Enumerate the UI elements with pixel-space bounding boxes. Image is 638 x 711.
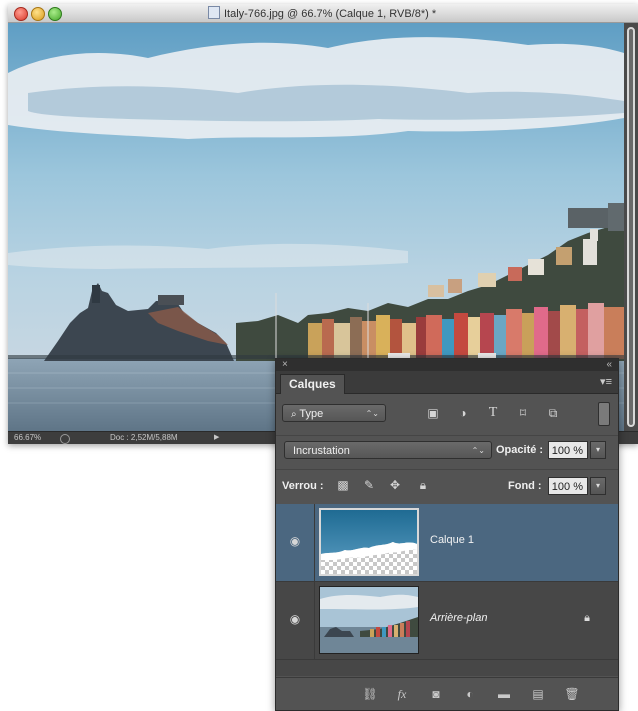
lock-position-icon[interactable]: ✥ (388, 478, 402, 492)
close-window-button[interactable] (14, 7, 28, 21)
filter-type-icon[interactable]: T (486, 406, 500, 420)
fill-label: Fond : (508, 480, 542, 492)
collapse-panel-icon[interactable]: « (606, 359, 612, 371)
filter-adjustment-icon[interactable]: ◑ (456, 406, 470, 420)
layers-panel: × « Calques ▾≡ ⌕ Type ⌃⌄ ▣ ◑ T ⌑ ⧉ Incru… (275, 358, 619, 711)
filter-shape-icon[interactable]: ⌑ (516, 406, 530, 420)
layer-lock-icon: 🔒︎ (584, 612, 590, 624)
title-bar[interactable]: Italy-766.jpg @ 66.7% (Calque 1, RVB/8*)… (8, 4, 638, 23)
filter-type-label: Type (299, 408, 324, 420)
filter-pixel-icon[interactable]: ▣ (426, 406, 440, 420)
tab-calques[interactable]: Calques (280, 374, 345, 394)
document-info: Doc : 2,52M/5,88M (110, 433, 178, 442)
lock-transparent-pixels-icon[interactable]: ▩ (336, 478, 350, 492)
panel-menu-icon[interactable]: ▾≡ (600, 375, 612, 388)
close-panel-icon[interactable]: × (282, 359, 288, 371)
document-title: Italy-766.jpg @ 66.7% (Calque 1, RVB/8*)… (208, 6, 436, 20)
divider (314, 582, 315, 659)
vertical-scrollbar[interactable] (624, 23, 638, 431)
layer-row-calque-1[interactable]: ◉ Calque 1 (276, 504, 618, 582)
layer-thumbnail (319, 508, 419, 576)
document-title-text: Italy-766.jpg @ 66.7% (Calque 1, RVB/8*)… (224, 8, 437, 20)
panel-tabs: Calques ▾≡ (276, 371, 618, 394)
filter-type-dropdown[interactable]: ⌕ Type ⌃⌄ (282, 404, 386, 422)
fill-field[interactable]: 100 % (548, 477, 588, 495)
layer-thumbnail (319, 586, 419, 654)
chevron-updown-icon: ⌃⌄ (365, 409, 379, 418)
layers-list: ◉ Calque 1 ◉ Arrière-plan 🔒︎ (276, 504, 618, 676)
blend-mode-dropdown[interactable]: Incrustation ⌃⌄ (284, 441, 492, 459)
panel-bottom-toolbar: ⛓ fx ◙ ◐ ▬ ▤ 🗑︎ (276, 677, 618, 710)
blend-mode-value: Incrustation (293, 445, 350, 457)
scrollbar-thumb[interactable] (627, 27, 635, 427)
chevron-updown-icon: ⌃⌄ (471, 446, 485, 455)
link-layers-icon[interactable]: ⛓ (362, 687, 378, 701)
layer-thumbnail-image (321, 510, 417, 574)
new-layer-icon[interactable]: ▤ (530, 687, 546, 701)
document-icon (208, 6, 220, 19)
opacity-label: Opacité : (496, 444, 544, 456)
blend-row: Incrustation ⌃⌄ Opacité : 100 % ▾ (276, 435, 618, 470)
add-mask-icon[interactable]: ◙ (428, 687, 444, 701)
lock-all-icon[interactable]: 🔒︎ (416, 478, 430, 492)
filter-toggle-switch[interactable] (598, 402, 610, 426)
visibility-eye-icon[interactable]: ◉ (288, 612, 302, 626)
filter-smart-object-icon[interactable]: ⧉ (546, 406, 560, 420)
opacity-slider-button[interactable]: ▾ (590, 441, 606, 459)
trash-icon[interactable]: 🗑︎ (564, 687, 580, 701)
panel-top-bar: × « (276, 359, 618, 371)
status-menu-arrow-icon[interactable]: ▶ (214, 432, 219, 444)
layer-name[interactable]: Calque 1 (430, 534, 474, 546)
zoom-level[interactable]: 66.67% (14, 432, 41, 444)
lock-row: Verrou : ▩ ✎ ✥ 🔒︎ Fond : 100 % ▾ (276, 469, 618, 504)
fill-slider-button[interactable]: ▾ (590, 477, 606, 495)
adjustment-layer-icon[interactable]: ◐ (462, 687, 478, 701)
lock-image-pixels-icon[interactable]: ✎ (362, 478, 376, 492)
lock-label: Verrou : (282, 480, 324, 492)
layer-name[interactable]: Arrière-plan (430, 612, 487, 624)
proof-icon (60, 434, 70, 444)
minimize-window-button[interactable] (31, 7, 45, 21)
visibility-eye-icon[interactable]: ◉ (288, 534, 302, 548)
layer-row-arriere-plan[interactable]: ◉ Arrière-plan 🔒︎ (276, 582, 618, 660)
new-group-folder-icon[interactable]: ▬ (496, 687, 512, 701)
zoom-window-button[interactable] (48, 7, 62, 21)
layer-thumbnail-image (320, 587, 418, 653)
divider (314, 504, 315, 581)
filter-row: ⌕ Type ⌃⌄ ▣ ◑ T ⌑ ⧉ (276, 397, 618, 431)
opacity-field[interactable]: 100 % (548, 441, 588, 459)
layer-style-fx-icon[interactable]: fx (394, 687, 410, 701)
